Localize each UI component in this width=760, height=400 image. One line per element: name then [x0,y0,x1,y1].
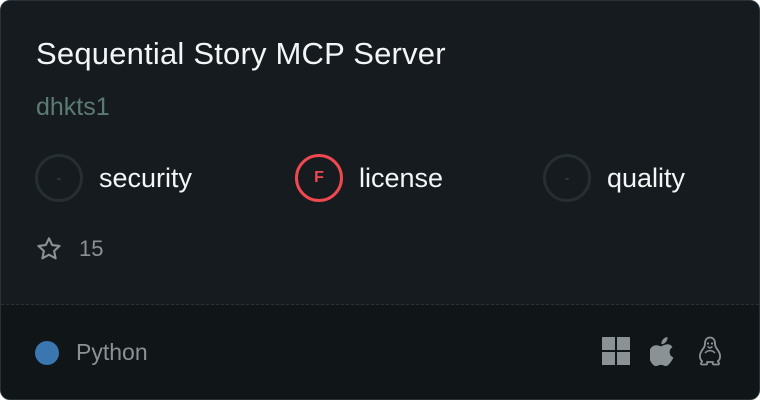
language-indicator: Python [35,339,148,366]
apple-icon [648,335,678,367]
author-link[interactable]: dhkts1 [36,93,110,122]
card-header: Sequential Story MCP Server dhkts1 - sec… [1,1,759,304]
star-count: 15 [35,235,103,263]
star-icon [37,237,61,260]
quality-label: quality [607,162,686,193]
quality-score[interactable]: - quality [543,154,685,202]
linux-icon [695,335,725,367]
license-label: license [359,162,444,193]
star-count-value: 15 [79,236,104,261]
server-card[interactable]: Sequential Story MCP Server dhkts1 - sec… [0,0,760,400]
server-title[interactable]: Sequential Story MCP Server [36,36,446,72]
platform-list [601,335,725,367]
license-grade-badge: F [295,154,343,202]
security-grade-badge: - [35,154,83,202]
card-footer: Python [1,305,759,399]
security-score[interactable]: - security [35,154,192,202]
language-color-dot [35,340,59,365]
security-label: security [99,162,193,193]
windows-icon [601,335,631,367]
language-name: Python [76,339,148,365]
license-score[interactable]: F license [295,154,443,202]
quality-grade-badge: - [543,154,591,202]
